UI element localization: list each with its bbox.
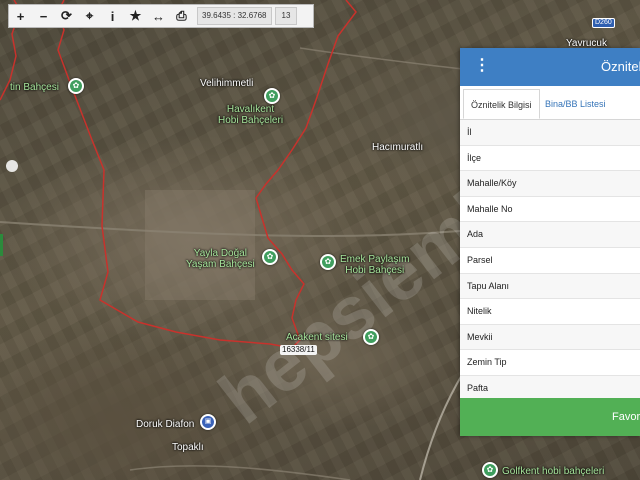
place-label-topakli: Topaklı — [172, 442, 204, 453]
poi-label-emek: Emek Paylaşım Hobi Bahçesi — [340, 254, 410, 276]
attribute-row-mevkii: Mevkii — [460, 324, 640, 351]
place-label-velihimmetli: Velihimmetli — [200, 78, 254, 89]
flower-icon: ✿ — [322, 256, 334, 268]
zoom-out-icon[interactable]: − — [32, 5, 55, 27]
info-icon[interactable]: i — [101, 5, 124, 27]
measure-icon[interactable]: ↔ — [147, 5, 170, 27]
garden-poi-marker[interactable]: ✿ — [264, 88, 280, 104]
attribute-row-tapu-alani: Tapu Alanı — [460, 273, 640, 300]
garden-poi-marker[interactable]: ✿ — [363, 329, 379, 345]
attribute-list: İl İlçe Mahalle/Köy Mahalle No Ada Parse… — [460, 120, 640, 402]
kebab-menu-icon[interactable]: ⋮ — [474, 57, 490, 75]
garden-poi-marker[interactable]: ✿ — [68, 78, 84, 94]
poi-label-bahcesi: tin Bahçesi — [10, 82, 59, 93]
parcel-number-label: 16338/11 — [280, 345, 317, 355]
panel-title: Öznitelik — [601, 59, 640, 74]
map-toolbar: + − ⟳ ⌖ i ★ ↔ ⎙ 39.6435 : 32.6768 13 — [8, 4, 314, 28]
garden-poi-marker[interactable]: ✿ — [482, 462, 498, 478]
attribute-row-ada: Ada — [460, 222, 640, 248]
zoom-level-readout: 13 — [274, 7, 298, 25]
print-icon[interactable]: ⎙ — [170, 5, 193, 27]
poi-label-yayla: Yayla Doğal Yaşam Bahçesi — [186, 248, 255, 270]
attribute-panel: ⋮ Öznitelik Öznitelik Bilgisi Bina/BB Li… — [460, 48, 640, 436]
poi-label-havalikent: Havalıkent Hobi Bahçeleri — [218, 104, 284, 126]
favorite-star-icon[interactable]: ★ — [124, 5, 147, 27]
attribute-row-parsel: Parsel — [460, 248, 640, 274]
tab-building-list[interactable]: Bina/BB Listesi — [538, 89, 613, 119]
coordinate-readout: 39.6435 : 32.6768 — [197, 7, 272, 25]
poi-label-golfkent: Golfkent hobi bahçeleri — [502, 466, 605, 477]
garden-poi-marker[interactable]: ✿ — [320, 254, 336, 270]
building-poi-marker[interactable]: ▣ — [200, 414, 216, 430]
locate-icon[interactable]: ⌖ — [78, 5, 101, 27]
map-marker-edge — [6, 160, 18, 172]
poi-label-doruk: Doruk Diafon — [136, 419, 195, 430]
attribute-row-nitelik: Nitelik — [460, 299, 640, 325]
panel-tabs: Öznitelik Bilgisi Bina/BB Listesi — [460, 89, 640, 120]
panel-header: ⋮ Öznitelik — [460, 48, 640, 86]
flower-icon: ✿ — [365, 331, 377, 343]
road-number-badge: D260 — [592, 18, 615, 28]
attribute-row-mahalle: Mahalle/Köy — [460, 171, 640, 197]
zoom-in-icon[interactable]: + — [9, 5, 32, 27]
attribute-row-mahalle-no: Mahalle No — [460, 197, 640, 223]
building-icon: ▣ — [202, 416, 214, 428]
road — [129, 465, 351, 480]
flower-icon: ✿ — [484, 464, 496, 476]
refresh-icon[interactable]: ⟳ — [55, 5, 78, 27]
attribute-row-zemin-tip: Zemin Tip — [460, 350, 640, 376]
attribute-row-il: İl — [460, 120, 640, 146]
flower-icon: ✿ — [70, 80, 82, 92]
poi-label-acakent: Acakent sitesi — [286, 332, 348, 343]
tab-attribute-info[interactable]: Öznitelik Bilgisi — [463, 89, 540, 119]
place-label-hacimuratli: Hacımuratlı — [372, 142, 424, 153]
attribute-row-ilce: İlçe — [460, 146, 640, 172]
favorite-button[interactable]: Favor — [460, 398, 640, 436]
field-block — [145, 190, 255, 300]
garden-poi-marker[interactable]: ✿ — [262, 249, 278, 265]
side-panel-handle[interactable] — [0, 234, 3, 256]
flower-icon: ✿ — [266, 90, 278, 102]
flower-icon: ✿ — [264, 251, 276, 263]
